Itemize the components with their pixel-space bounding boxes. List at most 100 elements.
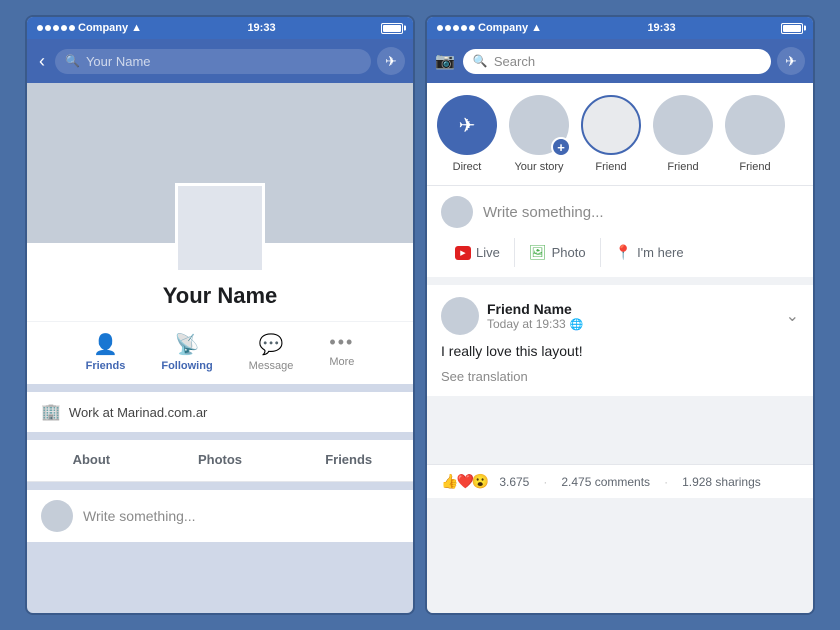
story-yours[interactable]: + Your story [509,95,569,173]
reaction-sep-1: · [543,475,547,489]
friends-label: Friends [86,360,126,372]
post-chevron[interactable]: ⌄ [786,306,799,326]
story-friend-3-circle [725,95,785,155]
status-bar-left: Company ▲ 19:33 [27,17,413,39]
messenger-button-right[interactable]: ✈ [777,47,805,75]
time-display: 19:33 [247,22,275,34]
more-button[interactable]: ••• More [311,332,372,372]
location-icon: 📍 [615,244,632,261]
signal-dots [37,25,75,31]
search-placeholder-left: Your Name [86,54,151,69]
status-right-right [781,23,803,34]
time-display-right: 19:33 [647,22,675,34]
direct-icon: ✈ [459,113,476,138]
im-here-label: I'm here [637,245,684,260]
post-avatar [441,297,479,335]
post-item: Friend Name Today at 19:33 🌐 ⌄ I really … [427,285,813,404]
live-button[interactable]: Live [441,238,515,267]
story-friend-1-circle [581,95,641,155]
post-composer: Write something... Live 🖼 Photo 📍 I'm he… [427,186,813,285]
story-yours-label: Your story [514,161,563,173]
add-story-badge: + [551,137,571,157]
profile-actions: 👤 Friends 📡 Following 💬 Message ••• More [27,321,413,372]
reactions-bar: 👍 ❤️ 😮 3.675 · 2.475 comments · 1.928 sh… [427,464,813,498]
tab-about[interactable]: About [27,440,156,481]
more-label: More [329,356,354,368]
story-yours-circle: + [509,95,569,155]
post-text: I really love this layout! [427,343,813,369]
post-time-text: Today at 19:33 [487,317,566,331]
camera-icon[interactable]: 📷 [435,51,455,71]
search-icon-left: 🔍 [65,54,80,68]
profile-name: Your Name [27,283,413,309]
story-friend-1[interactable]: Friend [581,95,641,173]
photo-icon: 🖼 [529,244,547,261]
shares-count: 1.928 sharings [682,475,761,489]
story-friend-2-label: Friend [667,161,698,173]
messenger-button-left[interactable]: ✈ [377,47,405,75]
wifi-icon: ▲ [131,22,142,34]
post-meta-block: Friend Name Today at 19:33 🌐 [487,301,583,331]
battery-icon-right [781,23,803,34]
reaction-count: 3.675 [499,475,529,489]
search-bar-left[interactable]: 🔍 Your Name [55,49,371,74]
post-header: Friend Name Today at 19:33 🌐 ⌄ [427,285,813,343]
work-text: Work at Marinad.com.ar [69,405,207,420]
message-button[interactable]: 💬 Message [231,332,312,372]
wow-emoji: 😮 [472,473,489,490]
friends-icon: 👤 [93,332,118,357]
profile-photo [175,183,265,273]
search-placeholder-right: Search [494,54,535,69]
post-header-left: Friend Name Today at 19:33 🌐 [441,297,583,335]
friends-button[interactable]: 👤 Friends [68,332,144,372]
left-phone: Company ▲ 19:33 ‹ 🔍 Your Name ✈ [25,15,415,615]
reaction-sep-2: · [664,475,668,489]
story-direct-label: Direct [453,161,482,173]
story-friend-2[interactable]: Friend [653,95,713,173]
im-here-button[interactable]: 📍 I'm here [601,238,698,267]
see-translation[interactable]: See translation [427,369,813,396]
back-button[interactable]: ‹ [35,51,49,72]
search-bar-right[interactable]: 🔍 Search [463,49,771,74]
feed-content: ✈ Direct + Your story Friend [427,83,813,613]
story-friend-3-label: Friend [739,161,770,173]
globe-icon: 🌐 [570,318,584,331]
live-label: Live [476,245,500,260]
nav-bar-right: 📷 🔍 Search ✈ [427,39,813,83]
small-avatar [41,500,73,532]
status-right [381,23,403,34]
tab-photos[interactable]: Photos [156,440,285,481]
post-friend-name: Friend Name [487,301,583,317]
wifi-icon-right: ▲ [531,22,542,34]
photo-button[interactable]: 🖼 Photo [515,238,601,267]
composer-avatar [441,196,473,228]
feed-spacer [427,404,813,464]
composer-actions: Live 🖼 Photo 📍 I'm here [441,238,799,267]
carrier-label: Company [78,22,128,34]
message-icon: 💬 [259,332,284,357]
story-friend-3[interactable]: Friend [725,95,785,173]
composer-placeholder: Write something... [483,204,604,221]
status-bar-right: Company ▲ 19:33 [427,17,813,39]
status-left: Company ▲ [37,22,142,34]
following-label: Following [161,360,212,372]
carrier-label-right: Company [478,22,528,34]
profile-photo-container [175,183,265,273]
write-placeholder: Write something... [83,508,196,524]
following-icon: 📡 [175,332,200,357]
work-info: 🏢 Work at Marinad.com.ar [27,392,413,432]
status-left-right: Company ▲ [437,22,542,34]
profile-tabs: About Photos Friends [27,440,413,482]
live-icon [455,246,471,260]
story-direct[interactable]: ✈ Direct [437,95,497,173]
tab-friends[interactable]: Friends [284,440,413,481]
reaction-icons: 👍 ❤️ 😮 [441,473,487,490]
composer-top[interactable]: Write something... [441,196,799,228]
write-something-bar[interactable]: Write something... [27,490,413,542]
nav-bar-left: ‹ 🔍 Your Name ✈ [27,39,413,83]
photo-label: Photo [552,245,586,260]
post-time: Today at 19:33 🌐 [487,317,583,331]
following-button[interactable]: 📡 Following [143,332,230,372]
story-direct-circle: ✈ [437,95,497,155]
stories-row: ✈ Direct + Your story Friend [427,83,813,186]
